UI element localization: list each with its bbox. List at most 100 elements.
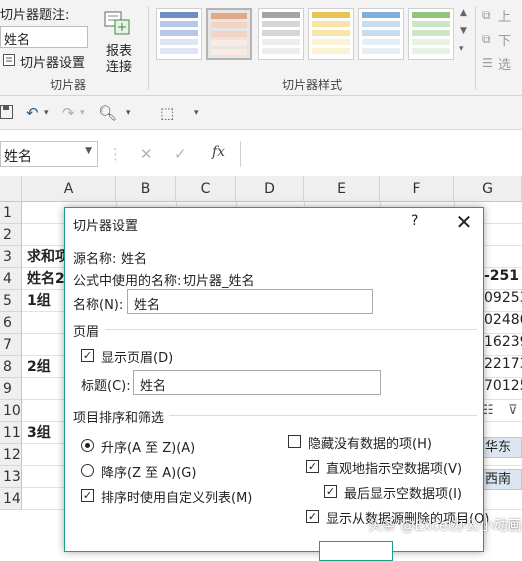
undo-icon[interactable]: ↶	[26, 102, 39, 124]
select-object-icon[interactable]: ⬚	[160, 102, 174, 124]
insert-function-button[interactable]: fx	[212, 144, 225, 160]
slicer-caption-input[interactable]: 姓名	[0, 26, 88, 48]
row-header[interactable]: 5	[0, 290, 22, 312]
formula-name-label: 公式中使用的名称:	[73, 274, 182, 289]
source-name-label: 源名称:	[73, 252, 117, 267]
column-header-g[interactable]: G	[454, 176, 522, 202]
quick-access-toolbar: ↶ ▾ ↷ ▾ 🔍︎ ▾ ⬚ ▾	[0, 96, 522, 130]
help-button[interactable]: ?	[411, 213, 418, 229]
gallery-more-icon[interactable]: ▾	[459, 44, 464, 54]
style-swatch[interactable]	[258, 8, 304, 60]
selection-pane-button[interactable]: 选	[498, 54, 511, 73]
caption-label: 标题(C):	[81, 379, 131, 394]
cell-g5[interactable]: 09253	[484, 290, 522, 306]
row-header[interactable]: 6	[0, 312, 22, 334]
ok-button[interactable]	[319, 541, 393, 561]
cell-g9[interactable]: 70125	[484, 378, 522, 394]
dialog-title: 切片器设置	[73, 219, 139, 234]
hide-no-data-label[interactable]: 隐藏没有数据的项(H)	[308, 433, 432, 452]
report-connections-label-2[interactable]: 连接	[106, 56, 132, 75]
column-header-b[interactable]: B	[116, 176, 176, 202]
formula-input[interactable]	[240, 141, 522, 167]
save-icon[interactable]	[0, 102, 14, 124]
formula-bar-grip-icon: ⋮	[108, 145, 123, 163]
send-backward-button[interactable]: 下	[498, 30, 511, 49]
style-swatch[interactable]	[358, 8, 404, 60]
redo-dropdown-icon[interactable]: ▾	[80, 102, 85, 124]
column-header-c[interactable]: C	[176, 176, 236, 202]
row-header[interactable]: 8	[0, 356, 22, 378]
row-header[interactable]: 11	[0, 422, 22, 444]
print-dropdown-icon[interactable]: ▾	[126, 102, 131, 124]
slicer-settings-button[interactable]: 切片器设置	[20, 52, 85, 71]
cell-a3[interactable]: 求和项	[27, 246, 69, 266]
slicer-item[interactable]: 华东	[478, 437, 522, 458]
section-divider	[105, 329, 477, 330]
row-header[interactable]: 12	[0, 444, 22, 466]
sort-descending-radio[interactable]	[81, 464, 94, 477]
cell-g8[interactable]: 22173	[484, 356, 522, 372]
row-header[interactable]: 4	[0, 268, 22, 290]
slicer-item[interactable]: 西南	[478, 469, 522, 490]
row-header[interactable]: 3	[0, 246, 22, 268]
custom-list-checkbox[interactable]: ✓	[81, 489, 94, 502]
customize-qat-icon[interactable]: ▾	[194, 102, 199, 124]
cancel-icon[interactable]: ✕	[140, 145, 153, 163]
cell-a8[interactable]: 2组	[27, 356, 51, 376]
cell-a5[interactable]: 1组	[27, 290, 51, 310]
caption-input[interactable]: 姓名	[133, 370, 381, 395]
sort-descending-label[interactable]: 降序(Z 至 A)(G)	[101, 462, 196, 481]
bring-forward-button[interactable]: 上	[498, 6, 511, 25]
custom-list-label[interactable]: 排序时使用自定义列表(M)	[101, 487, 252, 506]
show-last-checkbox[interactable]: ✓	[324, 485, 337, 498]
style-swatch[interactable]	[308, 8, 354, 60]
report-connections-icon	[103, 10, 131, 36]
name-box[interactable]: 姓名 ▼	[0, 141, 98, 167]
section-divider	[169, 415, 477, 416]
ribbon: 切片器题注: 姓名 切片器设置 报表 连接 切片器 ▲ ▼ ▾ 切片器样式 ⧉ …	[0, 0, 522, 96]
column-header-a[interactable]: A	[22, 176, 116, 202]
row-header[interactable]: 10	[0, 400, 22, 422]
show-header-label[interactable]: 显示页眉(D)	[101, 347, 173, 366]
cell-g6[interactable]: 02486	[484, 312, 522, 328]
cell-a11[interactable]: 3组	[27, 422, 51, 442]
select-all-corner[interactable]	[0, 176, 22, 202]
name-box-dropdown-icon[interactable]: ▼	[85, 146, 92, 156]
enter-icon[interactable]: ✓	[174, 145, 187, 163]
sort-ascending-label[interactable]: 升序(A 至 Z)(A)	[101, 437, 195, 456]
style-swatch[interactable]	[408, 8, 454, 60]
style-swatch[interactable]	[156, 8, 202, 60]
group-label-slicer-styles: 切片器样式	[282, 78, 343, 92]
print-preview-icon[interactable]: 🔍︎	[98, 102, 117, 124]
slicer-clear-filter-icon[interactable]: ⊽	[508, 403, 518, 418]
cell-a4[interactable]: 姓名2	[27, 268, 65, 288]
show-header-checkbox[interactable]: ✓	[81, 349, 94, 362]
dialog-title-bar[interactable]: 切片器设置 ? ✕	[65, 208, 483, 238]
undo-dropdown-icon[interactable]: ▾	[44, 102, 49, 124]
gallery-scroll-up-icon[interactable]: ▲	[460, 8, 467, 18]
close-button[interactable]: ✕	[449, 210, 479, 236]
column-header-f[interactable]: F	[380, 176, 454, 202]
cell-g7[interactable]: 16239	[484, 334, 522, 350]
row-header[interactable]: 2	[0, 224, 22, 246]
cell-g4[interactable]: -251	[484, 268, 519, 284]
name-input[interactable]: 姓名	[127, 289, 373, 314]
sort-ascending-radio[interactable]	[81, 439, 94, 452]
visual-no-data-label[interactable]: 直观地指示空数据项(V)	[326, 458, 462, 477]
visual-no-data-checkbox[interactable]: ✓	[306, 460, 319, 473]
column-header-e[interactable]: E	[304, 176, 380, 202]
row-header[interactable]: 1	[0, 202, 22, 224]
hide-no-data-checkbox[interactable]	[288, 435, 301, 448]
row-header[interactable]: 13	[0, 466, 22, 488]
gallery-scroll-down-icon[interactable]: ▼	[460, 26, 467, 36]
style-swatch-selected[interactable]	[206, 8, 252, 60]
show-deleted-checkbox[interactable]: ✓	[306, 510, 319, 523]
row-header[interactable]: 7	[0, 334, 22, 356]
row-header[interactable]: 9	[0, 378, 22, 400]
redo-icon[interactable]: ↷	[62, 102, 75, 124]
formula-name-value: 切片器_姓名	[183, 274, 255, 289]
show-last-label[interactable]: 最后显示空数据项(I)	[344, 483, 462, 502]
formula-bar: 姓名 ▼ ⋮ ✕ ✓ fx	[0, 138, 522, 170]
column-header-d[interactable]: D	[236, 176, 304, 202]
row-header[interactable]: 14	[0, 488, 22, 510]
